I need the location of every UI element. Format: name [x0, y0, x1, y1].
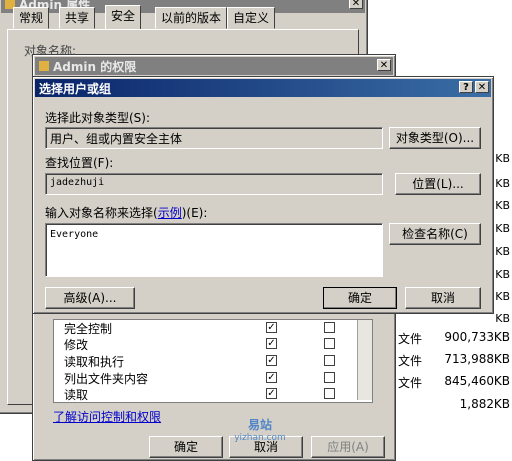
file-row[interactable]: 文件 845,460 KB — [398, 374, 512, 390]
apply-button[interactable]: 应用(A) — [311, 436, 385, 458]
size-unit: KB — [495, 152, 510, 165]
permission-name: 完全控制 — [64, 322, 113, 336]
allow-checkbox[interactable]: ✓ — [266, 322, 277, 333]
tab-customize[interactable]: 自定义 — [227, 7, 276, 29]
select-dialog-title: 选择用户或组 — [39, 81, 112, 96]
size-unit: KB — [495, 290, 510, 303]
permission-name: 列出文件夹内容 — [64, 372, 149, 386]
size-unit: KB — [493, 397, 510, 411]
file-type: 文件 — [398, 376, 423, 390]
ok-button[interactable]: 确定 — [323, 287, 397, 309]
size-unit: KB — [495, 177, 510, 190]
locations-button[interactable]: 位置(L)... — [395, 173, 481, 195]
deny-checkbox[interactable] — [324, 372, 335, 383]
object-types-button[interactable]: 对象类型(O)... — [389, 127, 481, 149]
check-names-button[interactable]: 检查名称(C) — [389, 223, 481, 245]
permission-row: 修改 ✓ — [58, 336, 358, 352]
permission-name: 读取和执行 — [64, 355, 125, 369]
file-size: 900,733 — [444, 330, 494, 344]
object-type-label: 选择此对象类型(S): — [45, 111, 151, 125]
tab-previous-versions[interactable]: 以前的版本 — [155, 7, 228, 29]
close-icon[interactable]: ✕ — [475, 81, 489, 93]
permissions-scrollbar[interactable] — [357, 320, 372, 400]
tab-general[interactable]: 常规 — [13, 7, 50, 29]
tab-sharing[interactable]: 共享 — [59, 7, 96, 29]
permissions-titlebar: Admin 的权限 ✕ — [35, 57, 393, 75]
deny-checkbox[interactable] — [324, 355, 335, 366]
file-row[interactable]: 1,882 KB — [398, 397, 512, 413]
close-icon[interactable]: ✕ — [377, 59, 391, 71]
deny-checkbox[interactable] — [324, 322, 335, 333]
file-size: 845,460 — [444, 374, 494, 388]
permission-name: 读取 — [64, 388, 89, 402]
size-unit: KB — [493, 374, 510, 388]
location-label: 查找位置(F): — [45, 156, 114, 170]
select-dialog-titlebar: 选择用户或组 ? ✕ — [35, 79, 491, 97]
size-unit: KB — [493, 330, 510, 344]
watermark-text: 易站 — [247, 418, 272, 432]
location-field: jadezhuji — [45, 173, 383, 195]
allow-checkbox[interactable]: ✓ — [266, 372, 277, 383]
size-unit: KB — [495, 245, 510, 258]
size-unit: KB — [495, 268, 510, 281]
size-unit: KB — [493, 352, 510, 366]
folder-icon — [39, 61, 49, 71]
file-row[interactable]: 文件 713,988 KB — [398, 352, 512, 368]
file-row[interactable]: 文件 900,733 KB — [398, 330, 512, 346]
tab-security[interactable]: 安全 — [105, 5, 142, 29]
size-unit: KB — [495, 312, 510, 325]
permissions-list: 完全控制 ✓ 修改 ✓ 读取和执行 ✓ 列出文件夹内容 ✓ 读取 ✓ — [53, 319, 373, 403]
watermark-logo: 易站 yizhan.com — [228, 416, 292, 450]
permission-name: 修改 — [64, 338, 89, 352]
permissions-title: Admin 的权限 — [53, 59, 137, 74]
allow-checkbox[interactable]: ✓ — [266, 388, 277, 399]
file-size: 1,882 — [459, 397, 494, 411]
deny-checkbox[interactable] — [324, 338, 335, 349]
allow-checkbox[interactable]: ✓ — [266, 355, 277, 366]
close-icon[interactable]: ✕ — [349, 0, 363, 9]
size-unit: KB — [495, 222, 510, 235]
select-users-dialog: 选择用户或组 ? ✕ 选择此对象类型(S): 用户、组或内置安全主体 对象类型(… — [32, 76, 494, 314]
ok-button[interactable]: 确定 — [149, 436, 223, 458]
file-type: 文件 — [398, 332, 423, 346]
examples-link[interactable]: 示例 — [158, 206, 182, 220]
file-size: 713,988 — [444, 352, 494, 366]
help-icon[interactable]: ? — [459, 81, 473, 93]
permission-row: 读取和执行 ✓ — [58, 353, 358, 369]
learn-access-control-link[interactable]: 了解访问控制和权限 — [53, 408, 161, 425]
permission-row: 完全控制 ✓ — [58, 320, 358, 336]
advanced-button[interactable]: 高级(A)... — [45, 287, 135, 309]
file-type: 文件 — [398, 354, 423, 368]
object-names-input[interactable]: Everyone — [45, 223, 383, 277]
size-unit: KB — [495, 199, 510, 212]
deny-checkbox[interactable] — [324, 388, 335, 399]
permission-row: 列出文件夹内容 ✓ — [58, 370, 358, 386]
object-type-field: 用户、组或内置安全主体 — [45, 127, 383, 149]
cancel-button[interactable]: 取消 — [405, 287, 481, 309]
permission-row: 读取 ✓ — [58, 386, 358, 402]
enter-names-label: 输入对象名称来选择(示例)(E): — [45, 206, 208, 220]
watermark-subtext: yizhan.com — [234, 433, 286, 443]
allow-checkbox[interactable]: ✓ — [266, 338, 277, 349]
